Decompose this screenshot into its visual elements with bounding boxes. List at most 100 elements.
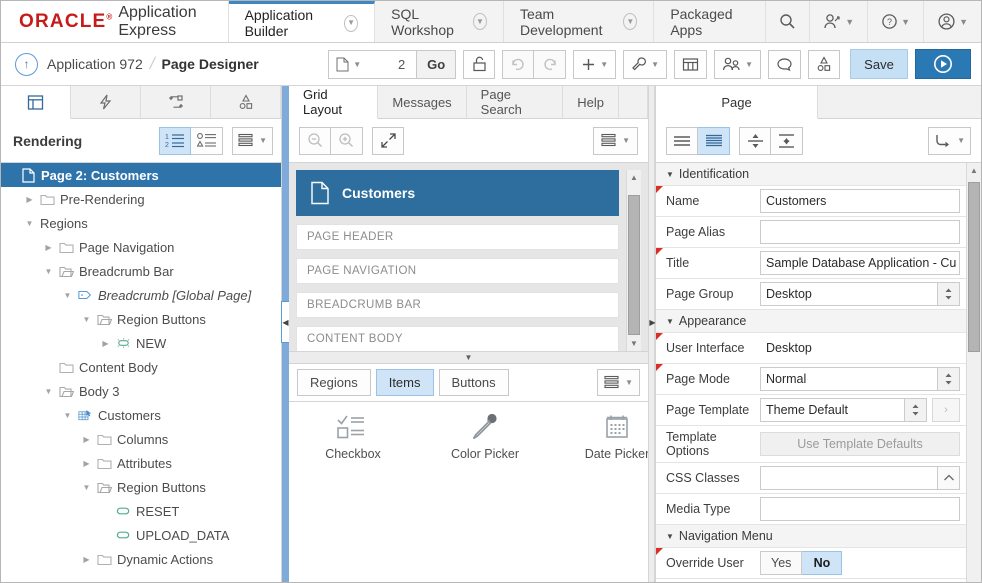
property-input[interactable] [760, 220, 960, 244]
property-input[interactable] [760, 497, 960, 521]
page-number-input[interactable]: 2 [365, 57, 409, 72]
gallery-tab-buttons[interactable]: Buttons [438, 368, 509, 396]
grid-layout-canvas[interactable]: Customers PAGE HEADER PAGE NAVIGATION BR… [289, 163, 648, 351]
search-icon[interactable] [766, 1, 811, 42]
grid-slot-page-header[interactable]: PAGE HEADER [296, 224, 619, 250]
property-group-header[interactable]: ▼ Appearance [656, 310, 966, 333]
gallery-tab-items[interactable]: Items [375, 368, 434, 396]
tree-twisty-expanded-icon[interactable]: ▼ [81, 315, 92, 324]
tree-item[interactable]: ▶UPLOAD_DATA [1, 523, 281, 547]
tree-item[interactable]: ▶ Dynamic Actions [1, 547, 281, 571]
tab-dynamic-actions[interactable] [71, 86, 141, 118]
tree-item[interactable]: ▼ Breadcrumb Bar [1, 259, 281, 283]
scroll-track[interactable] [627, 185, 641, 336]
tree-item[interactable]: ▼ Regions [1, 211, 281, 235]
tree-twisty-collapsed-icon[interactable]: ▶ [24, 195, 35, 204]
theme-icon[interactable] [808, 49, 840, 79]
grid-vertical-scrollbar[interactable]: ▲ ▼ [626, 170, 641, 351]
run-button[interactable] [915, 49, 971, 79]
sort-order-button[interactable]: 12 [159, 126, 192, 155]
gallery-item-checkbox[interactable]: Checkbox [307, 412, 399, 583]
property-group-header[interactable]: ▼ Navigation Menu [656, 525, 966, 548]
scroll-down-icon[interactable]: ▼ [630, 336, 638, 351]
brand-logo[interactable]: ORACLE® Application Express [1, 1, 229, 42]
tree-item[interactable]: ▶ Columns [1, 427, 281, 451]
sort-type-button[interactable] [191, 126, 224, 155]
tab-page-properties[interactable]: Page [656, 86, 818, 119]
goto-template-button[interactable]: › [932, 398, 960, 422]
rendering-tree[interactable]: ▶Page 2: Customers▶Pre-Rendering▼Regions… [1, 163, 281, 582]
grid-slot-content-body[interactable]: CONTENT BODY [296, 326, 619, 351]
select-stepper-icon[interactable] [938, 282, 960, 306]
tree-item[interactable]: ▼ Region Buttons [1, 475, 281, 499]
tree-item[interactable]: ▼ Customers [1, 403, 281, 427]
gallery-item-date-picker[interactable]: Date Picker [571, 412, 648, 583]
wrench-icon[interactable]: ▼ [623, 49, 668, 79]
gallery-tab-regions[interactable]: Regions [297, 368, 371, 396]
select-stepper-icon[interactable] [905, 398, 927, 422]
toggle-option-yes[interactable]: Yes [760, 551, 803, 575]
property-input[interactable]: Desktop [760, 282, 938, 306]
right-splitter-collapse-handle[interactable]: ▶ [649, 301, 656, 343]
tree-twisty-expanded-icon[interactable]: ▼ [24, 219, 35, 228]
property-input[interactable]: Customers [760, 189, 960, 213]
tab-messages[interactable]: Messages [378, 86, 467, 118]
scroll-thumb[interactable] [968, 182, 980, 352]
nav-tab-sql-workshop[interactable]: SQL Workshop ▼ [375, 1, 504, 42]
expand-icon[interactable] [372, 126, 404, 155]
property-rows[interactable]: ▼ Identification Name Customers Page Alias Ti… [656, 163, 966, 582]
left-splitter[interactable]: ◀ [281, 86, 290, 582]
help-icon[interactable]: ? ▼ [868, 1, 925, 42]
zoom-in-icon[interactable] [331, 126, 363, 155]
expand-field-icon[interactable] [938, 466, 960, 490]
tree-item[interactable]: ▶Content Body [1, 355, 281, 379]
undo-icon[interactable] [502, 49, 535, 79]
select-stepper-icon[interactable] [938, 367, 960, 391]
tree-twisty-collapsed-icon[interactable]: ▶ [81, 435, 92, 444]
tree-twisty-expanded-icon[interactable]: ▼ [43, 387, 54, 396]
tree-item[interactable]: ▶Page 2: Customers [1, 163, 281, 187]
center-horizontal-splitter[interactable]: ▼ [289, 350, 648, 364]
toggle-option-no[interactable]: No [802, 551, 843, 575]
scroll-thumb[interactable] [628, 195, 640, 335]
gallery-options-button[interactable]: ▼ [597, 368, 640, 396]
grid-page-header[interactable]: Customers [296, 170, 619, 216]
arrow-up-icon[interactable]: ↑ [15, 52, 38, 76]
tab-help[interactable]: Help [563, 86, 619, 118]
page-layout-icon[interactable] [674, 49, 708, 79]
chevron-down-icon[interactable]: ▼ [344, 14, 359, 32]
property-vertical-scrollbar[interactable]: ▲ [966, 163, 981, 582]
tree-options-button[interactable]: ▼ [232, 126, 273, 155]
layout-options-button[interactable]: ▼ [593, 126, 638, 155]
template-options-button[interactable]: Use Template Defaults [760, 432, 960, 456]
plus-icon[interactable]: ▼ [573, 49, 617, 79]
tree-twisty-expanded-icon[interactable]: ▼ [62, 291, 73, 300]
tree-item[interactable]: ▼ Body 3 [1, 379, 281, 403]
grid-slot-breadcrumb-bar[interactable]: BREADCRUMB BAR [296, 292, 619, 318]
right-splitter[interactable]: ▶ [648, 86, 656, 582]
tree-item[interactable]: ▶ Pre-Rendering [1, 187, 281, 211]
gallery-item-color-picker[interactable]: Color Picker [439, 412, 531, 583]
tree-twisty-expanded-icon[interactable]: ▼ [43, 267, 54, 276]
nav-tab-team-development[interactable]: Team Development ▼ [503, 1, 655, 42]
tree-twisty-collapsed-icon[interactable]: ▶ [81, 555, 92, 564]
nav-tab-application-builder[interactable]: Application Builder ▼ [228, 1, 376, 42]
property-input[interactable]: Sample Database Application - Cu [760, 251, 960, 275]
scroll-up-icon[interactable]: ▲ [630, 170, 638, 185]
zoom-out-icon[interactable] [299, 126, 331, 155]
redo-icon[interactable] [534, 49, 567, 79]
save-button[interactable]: Save [850, 49, 908, 79]
tree-item[interactable]: ▶RESET [1, 499, 281, 523]
scroll-track[interactable] [967, 178, 981, 582]
property-input[interactable]: Normal [760, 367, 938, 391]
show-all-button[interactable] [666, 126, 698, 155]
nav-tab-packaged-apps[interactable]: Packaged Apps [654, 1, 767, 42]
comment-icon[interactable] [768, 49, 801, 79]
tab-shared-components[interactable] [211, 86, 281, 118]
scroll-up-icon[interactable]: ▲ [970, 163, 978, 178]
tab-processing[interactable] [141, 86, 211, 118]
chevron-down-icon[interactable]: ▼ [623, 13, 638, 30]
user-admin-icon[interactable]: ▼ [810, 1, 869, 42]
goto-group-button[interactable]: ▼ [928, 126, 971, 155]
tree-twisty-collapsed-icon[interactable]: ▶ [81, 459, 92, 468]
